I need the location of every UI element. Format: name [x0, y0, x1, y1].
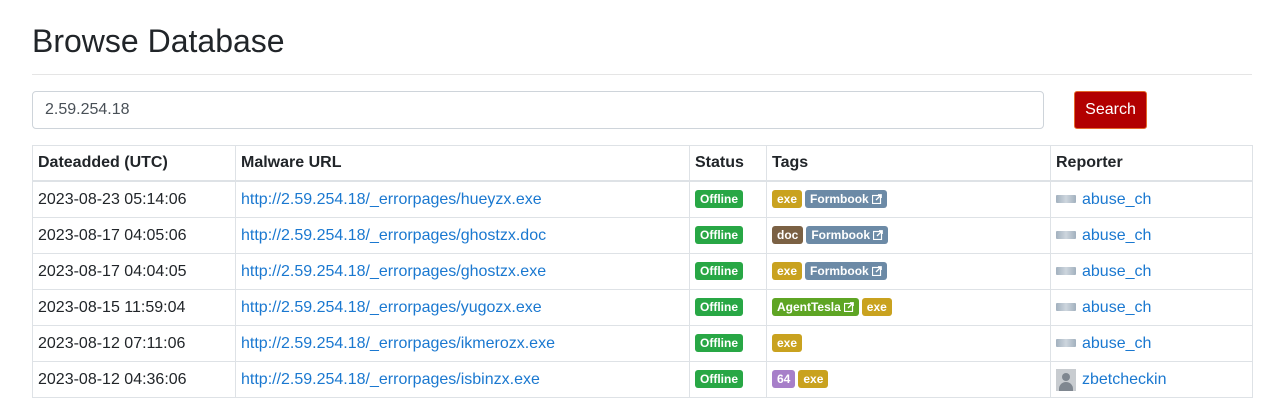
cell-status: Offline: [689, 289, 767, 326]
table-row: 2023-08-17 04:04:05 http://2.59.254.18/_e…: [32, 253, 1253, 290]
cell-reporter: abuse_ch: [1050, 180, 1253, 218]
tag-label: 64: [777, 372, 791, 387]
cell-reporter: zbetcheckin: [1050, 361, 1253, 398]
table-row: 2023-08-15 11:59:04 http://2.59.254.18/_e…: [32, 289, 1253, 326]
malware-url-link[interactable]: http://2.59.254.18/_errorpages/yugozx.ex…: [241, 299, 542, 316]
cell-status: Offline: [689, 361, 767, 398]
status-badge: Offline: [695, 334, 743, 353]
reporter-link[interactable]: abuse_ch: [1082, 227, 1151, 244]
cell-status: Offline: [689, 253, 767, 290]
malware-url-link[interactable]: http://2.59.254.18/_errorpages/ikmerozx.…: [241, 335, 555, 352]
cell-tags: exe Formbook: [766, 253, 1051, 290]
external-link-icon: [871, 266, 882, 277]
tag-label: exe: [777, 192, 798, 207]
cell-malware-url: http://2.59.254.18/_errorpages/yugozx.ex…: [235, 289, 690, 326]
cell-reporter: abuse_ch: [1050, 253, 1253, 290]
table-row: 2023-08-12 04:36:06 http://2.59.254.18/_e…: [32, 361, 1253, 398]
abuse-ch-logo-icon: [1056, 195, 1076, 204]
cell-malware-url: http://2.59.254.18/_errorpages/ghostzx.d…: [235, 217, 690, 254]
malware-url-link[interactable]: http://2.59.254.18/_errorpages/hueyzx.ex…: [241, 191, 542, 208]
external-link-icon: [871, 194, 882, 205]
tag-badge[interactable]: 64: [772, 370, 796, 389]
cell-status: Offline: [689, 180, 767, 218]
tag-badge[interactable]: AgentTesla: [772, 298, 859, 317]
tag-badge[interactable]: Formbook: [805, 190, 887, 209]
cell-dateadded: 2023-08-15 11:59:04: [32, 289, 236, 326]
user-avatar-icon: [1056, 368, 1076, 391]
tag-label: Formbook: [810, 264, 869, 279]
header-malware-url[interactable]: Malware URL: [235, 145, 690, 182]
search-button[interactable]: Search: [1074, 91, 1147, 129]
tag-label: AgentTesla: [777, 300, 841, 315]
status-badge: Offline: [695, 370, 743, 389]
cell-malware-url: http://2.59.254.18/_errorpages/isbinzx.e…: [235, 361, 690, 398]
cell-tags: exe: [766, 325, 1051, 362]
status-badge: Offline: [695, 226, 743, 245]
tag-label: doc: [777, 228, 799, 243]
malware-url-link[interactable]: http://2.59.254.18/_errorpages/ghostzx.d…: [241, 227, 546, 244]
header-status[interactable]: Status: [689, 145, 767, 182]
tag-badge[interactable]: Formbook: [806, 226, 889, 245]
malware-url-link[interactable]: http://2.59.254.18/_errorpages/isbinzx.e…: [241, 371, 540, 388]
cell-dateadded: 2023-08-23 05:14:06: [32, 180, 236, 218]
tag-label: Formbook: [810, 192, 869, 207]
cell-tags: AgentTesla exe: [766, 289, 1051, 326]
tag-label: Formbook: [811, 228, 871, 243]
abuse-ch-logo-icon: [1056, 303, 1076, 312]
tag-label: exe: [777, 264, 798, 279]
table-row: 2023-08-17 04:05:06 http://2.59.254.18/_e…: [32, 217, 1253, 254]
external-link-icon: [843, 302, 854, 313]
tag-badge[interactable]: exe: [798, 370, 829, 389]
search-input[interactable]: [32, 91, 1044, 129]
page-title: Browse Database: [32, 23, 285, 59]
tag-badge[interactable]: exe: [772, 334, 803, 353]
cell-malware-url: http://2.59.254.18/_errorpages/hueyzx.ex…: [235, 180, 690, 218]
cell-reporter: abuse_ch: [1050, 217, 1253, 254]
cell-malware-url: http://2.59.254.18/_errorpages/ghostzx.e…: [235, 253, 690, 290]
cell-status: Offline: [689, 217, 767, 254]
cell-tags: 64 exe: [766, 361, 1051, 398]
reporter-link[interactable]: zbetcheckin: [1082, 371, 1167, 388]
status-badge: Offline: [695, 190, 743, 209]
status-badge: Offline: [695, 298, 743, 317]
cell-tags: exe Formbook: [766, 180, 1051, 218]
tag-badge[interactable]: Formbook: [805, 262, 887, 281]
cell-tags: doc Formbook: [766, 217, 1051, 254]
reporter-link[interactable]: abuse_ch: [1082, 299, 1151, 316]
table-row: 2023-08-12 07:11:06 http://2.59.254.18/_e…: [32, 325, 1253, 362]
abuse-ch-logo-icon: [1056, 339, 1076, 348]
cell-reporter: abuse_ch: [1050, 325, 1253, 362]
abuse-ch-logo-icon: [1056, 267, 1076, 276]
tag-label: exe: [777, 336, 798, 351]
header-reporter[interactable]: Reporter: [1050, 145, 1253, 182]
reporter-link[interactable]: abuse_ch: [1082, 263, 1151, 280]
table-header-row: Dateadded (UTC) Malware URL Status Tags …: [32, 145, 1253, 182]
cell-dateadded: 2023-08-17 04:05:06: [32, 217, 236, 254]
tag-badge[interactable]: doc: [772, 226, 804, 245]
cell-dateadded: 2023-08-12 07:11:06: [32, 325, 236, 362]
status-badge: Offline: [695, 262, 743, 281]
external-link-icon: [873, 230, 883, 241]
table-row: 2023-08-23 05:14:06 http://2.59.254.18/_e…: [32, 180, 1253, 218]
cell-dateadded: 2023-08-12 04:36:06: [32, 361, 236, 398]
tag-label: exe: [866, 300, 887, 315]
tag-badge[interactable]: exe: [772, 262, 803, 281]
header-tags[interactable]: Tags: [766, 145, 1051, 182]
malware-url-link[interactable]: http://2.59.254.18/_errorpages/ghostzx.e…: [241, 263, 546, 280]
cell-dateadded: 2023-08-17 04:04:05: [32, 253, 236, 290]
tag-label: exe: [803, 372, 824, 387]
tag-badge[interactable]: exe: [772, 190, 803, 209]
reporter-link[interactable]: abuse_ch: [1082, 335, 1151, 352]
cell-reporter: abuse_ch: [1050, 289, 1253, 326]
abuse-ch-logo-icon: [1056, 231, 1076, 240]
cell-malware-url: http://2.59.254.18/_errorpages/ikmerozx.…: [235, 325, 690, 362]
title-divider: [32, 74, 1252, 75]
browse-database-page: Browse Database Search Dateadded (UTC) M…: [0, 0, 1261, 400]
reporter-link[interactable]: abuse_ch: [1082, 191, 1151, 208]
tag-badge[interactable]: exe: [861, 298, 892, 317]
results-table: Dateadded (UTC) Malware URL Status Tags …: [32, 145, 1253, 398]
header-dateadded[interactable]: Dateadded (UTC): [32, 145, 236, 182]
cell-status: Offline: [689, 325, 767, 362]
